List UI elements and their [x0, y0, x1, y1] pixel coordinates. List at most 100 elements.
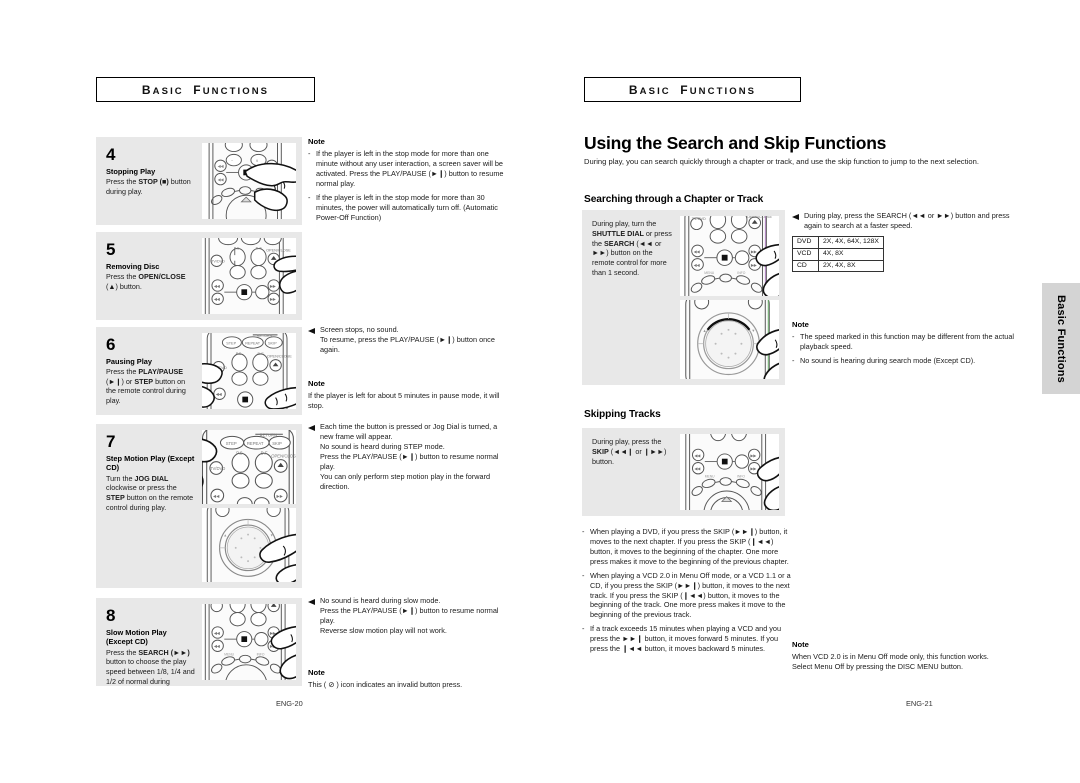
right-page: BASIC FUNCTIONS Using the Search and Ski… — [540, 0, 1080, 783]
search-speed-table: DVD 2X, 4X, 64X, 128X VCD 4X, 8X CD 2X, … — [792, 236, 884, 273]
svg-text:◀◀: ◀◀ — [213, 494, 220, 499]
svg-text:INFO: INFO — [257, 652, 265, 656]
svg-text:STEP: STEP — [226, 441, 237, 446]
step-block-8: 8 Slow Motion Play (Except CD) Press the… — [96, 598, 302, 686]
svg-text:P.S: P.S — [236, 450, 242, 455]
svg-text:OPEN/CLOSE: OPEN/CLOSE — [271, 453, 296, 458]
remote-jog-dial-turn-illustration: ▲ ▼ — [202, 508, 296, 582]
svg-text:OPEN/CLOSE: OPEN/CLOSE — [267, 355, 292, 359]
section-heading-skipping: Skipping Tracks — [584, 409, 661, 420]
step-7-text: 7 Step Motion Play (Except CD) Turn the … — [96, 424, 200, 588]
panel-searching-text: During play, turn the SHUTTLE DIAL or pr… — [592, 219, 672, 277]
table-row: DVD 2X, 4X, 64X, 128X — [792, 236, 884, 249]
step-block-4: 4 Stopping Play Press the STOP (■) butto… — [96, 137, 302, 225]
step-5-number: 5 — [106, 240, 116, 259]
svg-text:OPEN/CLOSE: OPEN/CLOSE — [747, 216, 773, 219]
svg-text:RETURN: RETURN — [260, 432, 278, 437]
table-cell-media: CD — [792, 259, 819, 273]
remote-search-button-press-illustration: TV/DVD OPEN/CLOSE ◀◀ ▶▶ ◀◀ ▶▶ MENU INFO — [680, 216, 779, 296]
svg-text:REPEAT: REPEAT — [247, 441, 264, 446]
step-6-body: Press the PLAY/PAUSE (►❙) or STEP button… — [106, 367, 186, 406]
note-stop-play: Note If the player is left in the stop m… — [308, 137, 504, 226]
step-4-title: Stopping Play — [106, 166, 156, 176]
note-heading: Note — [792, 640, 809, 649]
remote-search-button-press-illustration: ◀◀ ▶▶ ◀◀ ▶▶ MENU INFO — [202, 604, 296, 680]
note-item: The speed marked in this function may be… — [792, 332, 1024, 352]
svg-text:▶▶: ▶▶ — [751, 249, 758, 254]
svg-text:▼: ▼ — [751, 327, 755, 332]
remote-open-close-button-press-illustration: TV/DVD P.S D.F OPEN/CLOSE ◀◀ ▶▶ ◀◀ ▶▶ — [202, 238, 296, 314]
table-cell-media: DVD — [792, 236, 819, 249]
panel-skipping-text: During play, press the SKIP (◄◄❙ or ❙►►)… — [592, 437, 667, 466]
note-heading: Note — [308, 137, 325, 146]
svg-text:◀◀: ◀◀ — [694, 249, 701, 254]
skip-bullet: If a track exceeds 15 minutes when playi… — [582, 624, 794, 654]
arrow-marker-icon — [308, 328, 315, 334]
left-page: BASIC FUNCTIONS 4 Stopping Play Press th… — [0, 0, 540, 783]
arrow-note-text: Each time the button is pressed or Jog D… — [320, 422, 499, 491]
note-heading: Note — [792, 320, 809, 329]
manual-spread: BASIC FUNCTIONS 4 Stopping Play Press th… — [0, 0, 1080, 783]
remote-stop-button-press-illustration: ◀◀▶▶ ◀◀▶▶ −∨ — [202, 143, 296, 219]
note-text: This ( ⊘ ) icon indicates an invalid but… — [308, 680, 463, 689]
thumb-tab-label: Basic Functions — [1055, 294, 1067, 383]
table-cell-speeds: 4X, 8X — [818, 247, 884, 261]
page-intro: During play, you can search quickly thro… — [584, 157, 979, 166]
svg-text:INFO: INFO — [737, 271, 745, 275]
step-5-figures: TV/DVD P.S D.F OPEN/CLOSE ◀◀ ▶▶ ◀◀ ▶▶ — [200, 232, 302, 320]
panel-skipping: During play, press the SKIP (◄◄❙ or ❙►►)… — [582, 428, 785, 516]
svg-text:RETURN: RETURN — [257, 334, 273, 338]
step-6-number: 6 — [106, 335, 116, 354]
svg-text:INFO: INFO — [737, 475, 745, 479]
arrow-note-text: No sound is heard during slow mode. Press… — [320, 596, 499, 635]
arrow-marker-icon — [792, 214, 799, 220]
note-invalid-button: Note This ( ⊘ ) icon indicates an invali… — [308, 668, 504, 690]
step-5-title: Removing Disc — [106, 261, 160, 271]
step-6-text: 6 Pausing Play Press the PLAY/PAUSE (►❙)… — [96, 327, 200, 415]
note-item: If the player is left in the stop mode f… — [308, 149, 504, 189]
svg-text:▶▶: ▶▶ — [276, 494, 283, 499]
running-head-right: BASIC FUNCTIONS — [584, 77, 801, 102]
svg-text:MENU: MENU — [224, 652, 234, 656]
search-speed-table-body: DVD 2X, 4X, 64X, 128X VCD 4X, 8X CD 2X, … — [792, 236, 884, 273]
running-head-left: BASIC FUNCTIONS — [96, 77, 315, 102]
step-block-5: 5 Removing Disc Press the OPEN/CLOSE (▲)… — [96, 232, 302, 320]
step-4-body: Press the STOP (■) button during play. — [106, 177, 191, 196]
step-5-body: Press the OPEN/CLOSE (▲) button. — [106, 272, 186, 291]
svg-text:◀◀: ◀◀ — [694, 262, 701, 267]
table-cell-media: VCD — [792, 247, 819, 261]
panel-skipping-figures: ◀◀ ▶▶ ◀◀ ▶▶ MENU INFO — [678, 428, 785, 516]
arrow-note-search-speed: During play, press the SEARCH (◄◄ or ►►)… — [792, 211, 1024, 231]
skip-bullet: When playing a DVD, if you press the SKI… — [582, 527, 794, 567]
table-row: VCD 4X, 8X — [792, 247, 884, 261]
step-4-text: 4 Stopping Play Press the STOP (■) butto… — [96, 137, 200, 225]
arrow-note-text: During play, press the SEARCH (◄◄ or ►►)… — [804, 211, 1010, 230]
step-7-title: Step Motion Play (Except CD) — [106, 453, 195, 473]
arrow-note: Each time the button is pressed or Jog D… — [308, 422, 504, 491]
svg-text:▲: ▲ — [223, 533, 227, 537]
arrow-note-text: Screen stops, no sound. To resume, press … — [320, 325, 495, 354]
section-heading-searching: Searching through a Chapter or Track — [584, 194, 764, 205]
skip-bullet-list: When playing a DVD, if you press the SKI… — [582, 527, 794, 658]
svg-text:SKIP: SKIP — [272, 441, 282, 446]
svg-text:SKIP: SKIP — [268, 341, 277, 345]
remote-shuttle-dial-turn-illustration: ▲ ▼ — [680, 299, 779, 379]
svg-text:▶▶: ▶▶ — [751, 262, 758, 267]
svg-text:D.F: D.F — [261, 450, 268, 455]
note-item: If the player is left in the stop mode f… — [308, 193, 504, 223]
arrow-marker-icon — [308, 599, 315, 605]
svg-text:STEP: STEP — [226, 341, 236, 345]
page-title: Using the Search and Skip Functions — [584, 133, 887, 153]
remote-skip-button-press-illustration: ◀◀ ▶▶ ◀◀ ▶▶ MENU INFO — [680, 434, 779, 510]
note-text: When VCD 2.0 is in Menu Off mode only, t… — [792, 652, 989, 671]
note-pause-timeout: Note If the player is left for about 5 m… — [308, 379, 504, 411]
step-block-6: 6 Pausing Play Press the PLAY/PAUSE (►❙)… — [96, 327, 302, 415]
svg-text:D.F: D.F — [256, 246, 263, 250]
svg-text:MENU: MENU — [705, 475, 715, 479]
svg-text:D.F: D.F — [258, 352, 265, 356]
arrow-note-pause: Screen stops, no sound. To resume, press … — [308, 325, 504, 355]
table-cell-speeds: 2X, 4X, 64X, 128X — [818, 236, 884, 249]
step-8-text: 8 Slow Motion Play (Except CD) Press the… — [96, 598, 200, 686]
arrow-note: No sound is heard during slow mode. Press… — [308, 596, 504, 636]
svg-text:∨: ∨ — [256, 159, 259, 163]
